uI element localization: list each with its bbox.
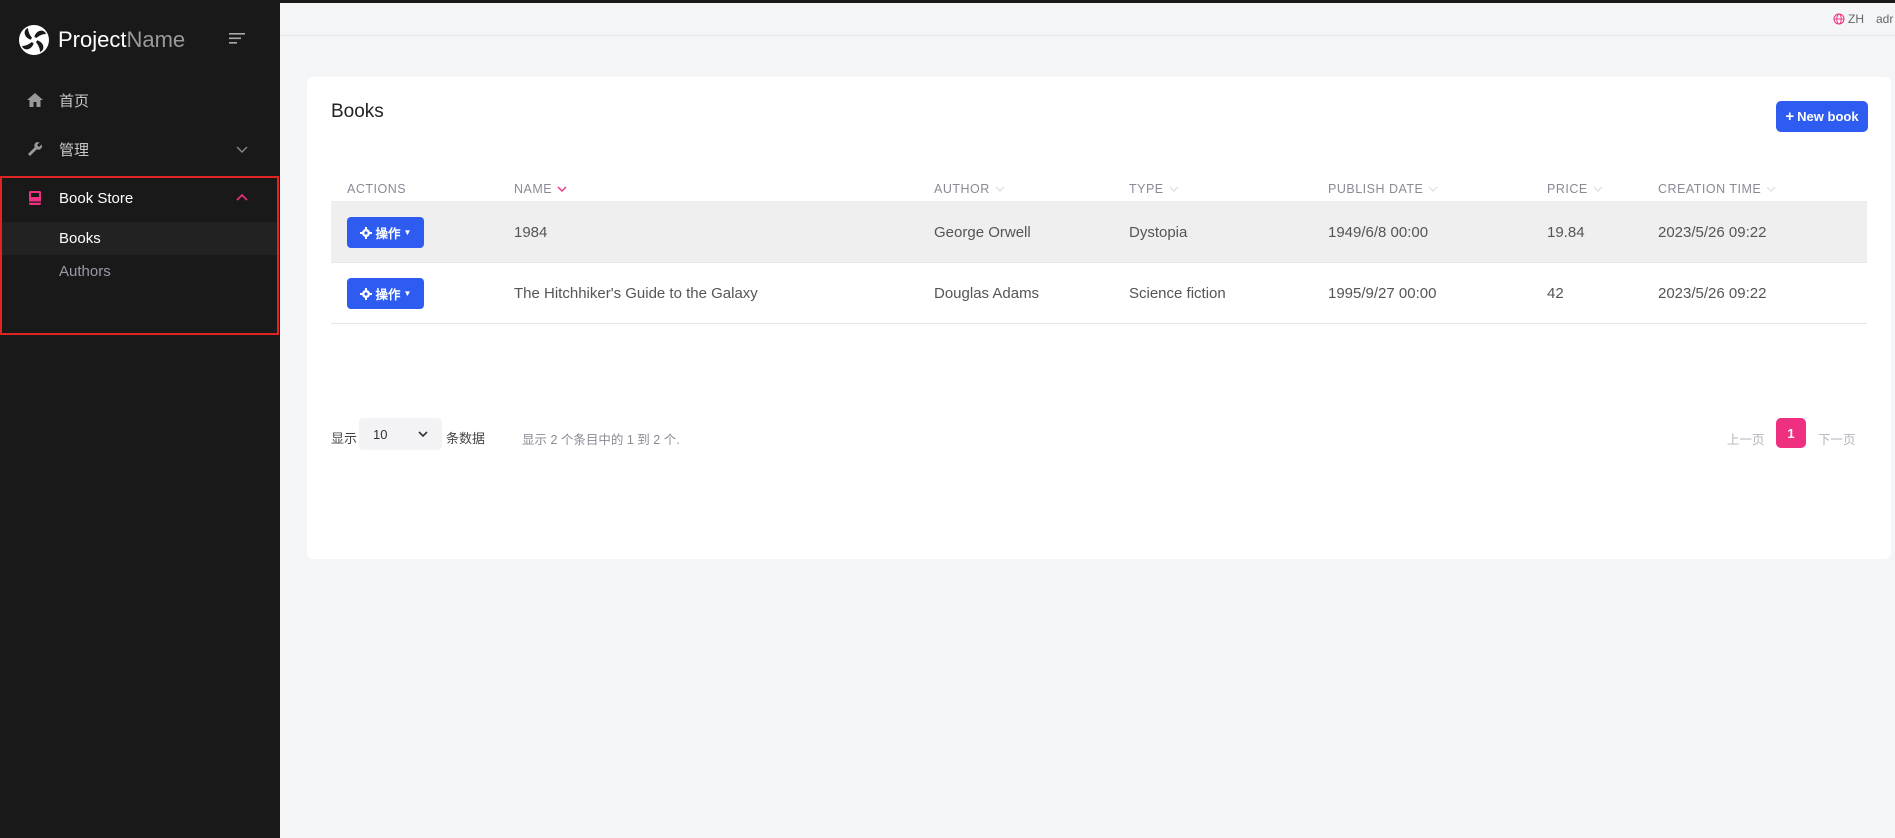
cell-author: George Orwell — [934, 223, 1031, 241]
pagination-page-1[interactable]: 1 — [1776, 418, 1806, 448]
chevron-down-icon — [418, 431, 428, 438]
caret-down-icon: ▼ — [403, 289, 412, 298]
page-size-value: 10 — [373, 426, 388, 442]
menu-toggle-icon[interactable] — [229, 30, 247, 46]
book-icon — [29, 191, 41, 205]
column-header-label: CREATION TIME — [1658, 182, 1762, 196]
sidebar-subitem-authors[interactable]: Authors — [0, 255, 280, 288]
column-header-actions: ACTIONS — [347, 177, 406, 201]
column-header-label: AUTHOR — [934, 182, 990, 196]
gear-icon — [359, 226, 372, 239]
user-menu[interactable]: adr — [1876, 12, 1893, 26]
cell-name: The Hitchhiker's Guide to the Galaxy — [514, 284, 758, 302]
cell-type: Science fiction — [1129, 284, 1226, 302]
page-size-select[interactable]: 10 — [359, 418, 442, 450]
topbar — [280, 3, 1895, 36]
column-header-creation-time[interactable]: CREATION TIME — [1658, 177, 1776, 201]
sidebar-item-manage[interactable]: 管理 — [0, 127, 280, 171]
plus-icon: + — [1785, 108, 1795, 125]
table-row[interactable]: 操作 ▼ The Hitchhiker's Guide to the Galax… — [331, 263, 1867, 324]
globe-icon — [1833, 13, 1845, 25]
actions-label: 操作 — [375, 288, 401, 302]
cell-creation-time: 2023/5/26 09:22 — [1658, 284, 1767, 302]
column-header-type[interactable]: TYPE — [1129, 177, 1179, 201]
sidebar-subitem-label: Authors — [59, 263, 111, 280]
sort-icon — [1169, 186, 1179, 192]
column-header-label: TYPE — [1129, 182, 1164, 196]
column-header-name[interactable]: NAME — [514, 177, 567, 201]
sort-icon — [1593, 186, 1603, 192]
column-header-label: NAME — [514, 182, 553, 196]
sidebar-item-home[interactable]: 首页 — [0, 78, 280, 122]
actions-dropdown-button[interactable]: 操作 ▼ — [347, 217, 424, 248]
wrench-icon — [28, 142, 42, 156]
sidebar-item-label: Book Store — [59, 189, 134, 207]
column-header-label: PRICE — [1547, 182, 1588, 196]
show-label: 显示 — [331, 431, 358, 446]
language-label: ZH — [1848, 12, 1864, 26]
cell-creation-time: 2023/5/26 09:22 — [1658, 223, 1767, 241]
caret-down-icon: ▼ — [403, 228, 412, 237]
column-header-price[interactable]: PRICE — [1547, 177, 1603, 201]
cell-type: Dystopia — [1129, 223, 1188, 241]
sidebar-item-book-store[interactable]: Book Store — [0, 176, 280, 220]
cell-price: 42 — [1547, 284, 1564, 302]
cell-price: 19.84 — [1547, 223, 1585, 241]
cell-publish-date: 1995/9/27 00:00 — [1328, 284, 1437, 302]
column-header-publish-date[interactable]: PUBLISH DATE — [1328, 177, 1438, 201]
books-card: Books + New book ACTIONS NAME AUTHOR TYP… — [307, 77, 1891, 559]
sidebar-subitem-label: Books — [59, 230, 101, 247]
sort-desc-icon — [557, 186, 567, 192]
table-row[interactable]: 操作 ▼ 1984 George Orwell Dystopia 1949/6/… — [331, 202, 1867, 263]
pagination-info: 显示 2 个条目中的 1 到 2 个. — [522, 433, 680, 447]
sort-icon — [1428, 186, 1438, 192]
cell-author: Douglas Adams — [934, 284, 1040, 302]
column-header-author[interactable]: AUTHOR — [934, 177, 1005, 201]
brand-name-bold: Project — [58, 27, 127, 52]
entries-label: 条数据 — [446, 431, 486, 446]
actions-dropdown-button[interactable]: 操作 ▼ — [347, 278, 424, 309]
column-header-label: PUBLISH DATE — [1328, 182, 1424, 196]
cell-publish-date: 1949/6/8 00:00 — [1328, 223, 1429, 241]
sidebar: ProjectName 首页 管理 Book Store Books Autho… — [0, 0, 280, 838]
brand[interactable]: ProjectName — [18, 20, 185, 60]
language-selector[interactable]: ZH — [1833, 12, 1864, 26]
logo-icon — [19, 25, 49, 55]
sort-icon — [995, 186, 1005, 192]
sidebar-item-label: 首页 — [59, 92, 90, 110]
chevron-down-icon — [236, 146, 248, 153]
cell-name: 1984 — [514, 223, 548, 241]
gear-icon — [359, 287, 372, 300]
brand-name-light: Name — [126, 27, 186, 52]
home-icon — [27, 93, 43, 107]
sidebar-subitem-books[interactable]: Books — [0, 222, 280, 255]
actions-label: 操作 — [375, 227, 401, 241]
pagination-prev[interactable]: 上一页 — [1727, 429, 1765, 448]
sort-icon — [1766, 186, 1776, 192]
new-book-button[interactable]: + New book — [1776, 101, 1868, 132]
sidebar-item-label: 管理 — [59, 141, 90, 159]
page-title: Books — [331, 101, 384, 122]
pagination-next[interactable]: 下一页 — [1818, 429, 1856, 448]
chevron-up-icon — [236, 193, 248, 201]
column-header-label: ACTIONS — [347, 182, 407, 196]
new-book-label: New book — [1797, 109, 1859, 124]
